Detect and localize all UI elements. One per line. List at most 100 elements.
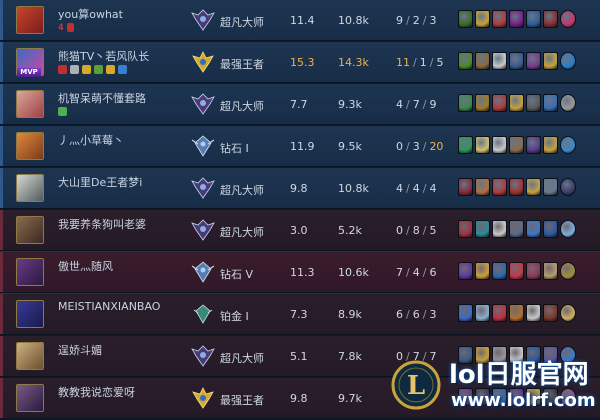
kda: 7/4/6 (396, 266, 437, 279)
item-slot-icon[interactable] (509, 10, 524, 28)
item-slot-icon[interactable] (560, 10, 576, 28)
item-slot-icon[interactable] (543, 262, 558, 280)
player-name[interactable]: 我要养条狗叫老婆 (58, 216, 146, 232)
deaths: 7 (412, 98, 420, 111)
champion-avatar[interactable] (16, 216, 44, 244)
item-slot-icon[interactable] (543, 52, 558, 70)
item-slot-icon[interactable] (492, 52, 507, 70)
team-accent (0, 294, 3, 334)
item-slot-icon[interactable] (560, 94, 576, 112)
player-row[interactable]: 大山里De王者梦i 超凡大师 9.8 10.8k 4/4/4 (0, 168, 600, 209)
item-slot-icon[interactable] (560, 178, 576, 196)
item-slot-icon[interactable] (458, 262, 473, 280)
badge-icon (66, 23, 74, 32)
champion-avatar[interactable] (16, 258, 44, 286)
item-slot-icon[interactable] (526, 304, 541, 322)
rank-tier: 钻石 V (220, 268, 254, 281)
item-slot-icon[interactable] (526, 220, 541, 238)
item-slot-icon[interactable] (458, 94, 473, 112)
item-slot-icon[interactable] (492, 10, 507, 28)
item-slot-icon[interactable] (560, 220, 576, 238)
item-slot-icon[interactable] (458, 136, 473, 154)
item-slot-icon[interactable] (526, 136, 541, 154)
item-slot-icon[interactable] (560, 262, 576, 280)
player-row[interactable]: MVP 熊猫TV丶若风队长 最强王者 15.3 14.3k 11/1/5 (0, 42, 600, 83)
champion-avatar[interactable] (16, 90, 44, 118)
item-slot-icon[interactable] (458, 304, 473, 322)
item-slot-icon[interactable] (492, 304, 507, 322)
player-name[interactable]: MEISTIANXIANBAO (58, 300, 160, 313)
item-slot-icon[interactable] (475, 94, 490, 112)
item-slot-icon[interactable] (475, 262, 490, 280)
item-slot-icon[interactable] (492, 220, 507, 238)
item-slot-icon[interactable] (543, 94, 558, 112)
item-slot-icon[interactable] (492, 262, 507, 280)
item-slot-icon[interactable] (492, 94, 507, 112)
item-slot-icon[interactable] (526, 178, 541, 196)
badge-icon (58, 107, 67, 116)
item-slot-icon[interactable] (560, 136, 576, 154)
kda: 4/4/4 (396, 182, 437, 195)
performance-score: 5.1 (290, 350, 308, 363)
item-slot-icon[interactable] (475, 52, 490, 70)
player-name[interactable]: 傲世灬随风 (58, 258, 113, 274)
player-row[interactable]: you算owhat 4 超凡大师 11.4 10.8k 9/2/3 (0, 0, 600, 41)
item-slot-icon[interactable] (509, 220, 524, 238)
item-slot-icon[interactable] (509, 136, 524, 154)
player-name[interactable]: 机智呆萌不懂套路 (58, 90, 146, 106)
item-slot-icon[interactable] (509, 52, 524, 70)
item-slot-icon[interactable] (543, 10, 558, 28)
item-slot-icon[interactable] (475, 10, 490, 28)
item-slot-icon[interactable] (560, 304, 576, 322)
champion-avatar[interactable] (16, 132, 44, 160)
player-row[interactable]: 机智呆萌不懂套路 超凡大师 7.7 9.3k 4/7/9 (0, 84, 600, 125)
player-name[interactable]: 丿灬小草莓丶 (58, 132, 124, 148)
kills: 9 (396, 14, 403, 27)
item-slot-icon[interactable] (458, 220, 473, 238)
item-slot-icon[interactable] (526, 262, 541, 280)
player-name[interactable]: 熊猫TV丶若风队长 (58, 48, 149, 64)
item-slot-icon[interactable] (526, 10, 541, 28)
site-watermark: L lol日服官网 www.lolrf.com (383, 352, 600, 420)
item-slot-icon[interactable] (509, 94, 524, 112)
watermark-title: lol日服官网 (449, 360, 589, 390)
item-slot-icon[interactable] (475, 178, 490, 196)
player-name[interactable]: 逞娇斗媚 (58, 342, 102, 358)
item-slot-icon[interactable] (526, 52, 541, 70)
item-slot-icon[interactable] (543, 136, 558, 154)
player-name[interactable]: 教教我说恋爱呀 (58, 384, 135, 400)
item-slot-icon[interactable] (475, 220, 490, 238)
gold-earned: 9.5k (338, 140, 362, 153)
player-row[interactable]: 傲世灬随风 钻石 V 11.3 10.6k 7/4/6 (0, 251, 600, 294)
item-slot-icon[interactable] (475, 136, 490, 154)
item-slot-icon[interactable] (560, 52, 576, 70)
item-slot-icon[interactable] (509, 304, 524, 322)
item-slot-icon[interactable] (543, 178, 558, 196)
assists: 3 (429, 308, 437, 321)
player-row[interactable]: MEISTIANXIANBAO 铂金 I 7.3 8.9k 6/6/3 (0, 294, 600, 335)
item-slot-icon[interactable] (509, 262, 524, 280)
champion-avatar[interactable] (16, 342, 44, 370)
item-slot-icon[interactable] (492, 178, 507, 196)
player-row[interactable]: 丿灬小草莓丶 钻石 I 11.9 9.5k 0/3/20 (0, 126, 600, 167)
item-slot-icon[interactable] (543, 220, 558, 238)
player-row[interactable]: 我要养条狗叫老婆 超凡大师 3.0 5.2k 0/8/5 (0, 210, 600, 251)
deaths: 4 (412, 266, 420, 279)
gold-earned: 14.3k (338, 56, 369, 69)
item-slot-icon[interactable] (543, 304, 558, 322)
champion-avatar[interactable] (16, 174, 44, 202)
champion-avatar[interactable] (16, 6, 44, 34)
item-slot-icon[interactable] (458, 178, 473, 196)
item-slot-icon[interactable] (475, 304, 490, 322)
champion-avatar[interactable] (16, 384, 44, 412)
player-name[interactable]: 大山里De王者梦i (58, 174, 142, 190)
item-slot-icon[interactable] (492, 136, 507, 154)
item-slot-icon[interactable] (526, 94, 541, 112)
item-slot-icon[interactable] (458, 10, 473, 28)
rank-tier: 超凡大师 (220, 184, 264, 197)
item-slot-icon[interactable] (458, 52, 473, 70)
champion-avatar[interactable] (16, 300, 44, 328)
rank-tier: 最强王者 (220, 394, 264, 407)
item-slot-icon[interactable] (509, 178, 524, 196)
player-name[interactable]: you算owhat (58, 6, 123, 22)
